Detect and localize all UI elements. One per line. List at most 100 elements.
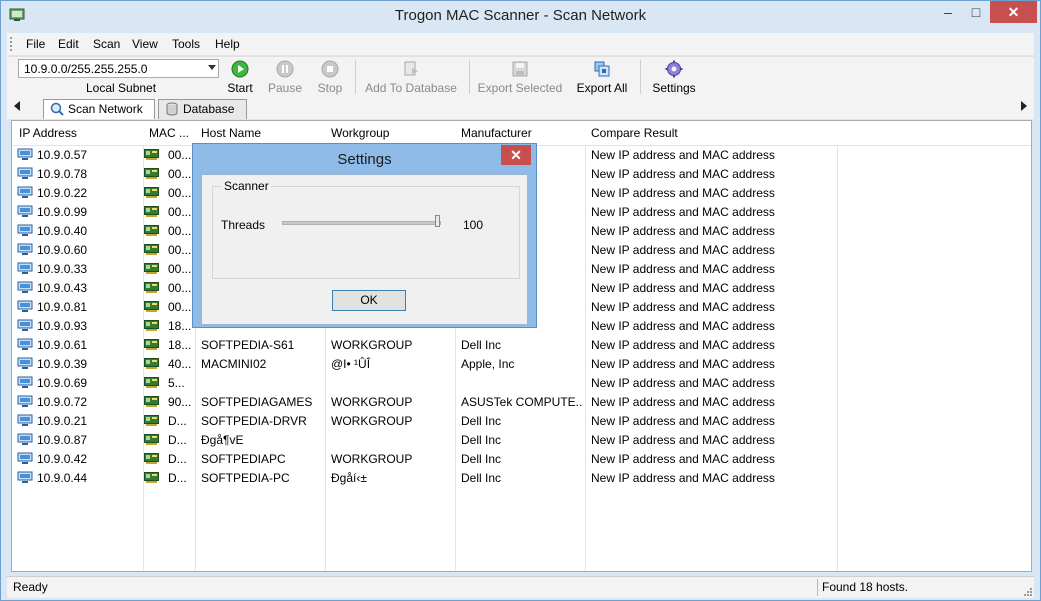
subnet-combobox[interactable]: 10.9.0.0/255.255.255.0 [18, 59, 219, 78]
computer-icon [17, 205, 33, 217]
cell-compare-result: New IP address and MAC address [591, 319, 775, 333]
dialog-body: Scanner Threads 100 OK [201, 174, 528, 325]
resize-grip-icon[interactable] [1022, 586, 1032, 596]
cell-host: SOFTPEDIA-PC [201, 471, 290, 485]
table-row[interactable]: 10.9.0.42 D... SOFTPEDIAPC WORKGROUP Dell In… [12, 449, 1031, 468]
cell-compare-result: New IP address and MAC address [591, 414, 775, 428]
dropdown-arrow-icon[interactable] [208, 65, 216, 70]
dialog-title: Settings [337, 151, 392, 168]
column-header-compare[interactable]: Compare Result [591, 126, 678, 140]
network-card-icon [144, 149, 159, 160]
ok-button[interactable]: OK [332, 290, 406, 311]
menu-edit[interactable]: Edit [58, 37, 79, 51]
tab-scan-network[interactable]: Scan Network [43, 99, 155, 119]
export-selected-button[interactable]: Export Selected [477, 57, 563, 97]
cell-ip: 10.9.0.42 [37, 452, 88, 466]
computer-icon [17, 300, 33, 312]
cell-compare-result: New IP address and MAC address [591, 433, 775, 447]
scanner-group-label: Scanner [222, 179, 271, 193]
title-bar: Trogon MAC Scanner - Scan Network – □ ✕ [1, 1, 1040, 31]
cell-ip: 10.9.0.43 [37, 281, 88, 295]
add-to-database-button[interactable]: Add To Database [362, 57, 460, 97]
computer-icon [17, 243, 33, 255]
menu-view[interactable]: View [132, 37, 158, 51]
column-header-mac[interactable]: MAC ... [149, 126, 189, 140]
floppy-disk-icon [512, 61, 528, 77]
settings-button[interactable]: Settings [648, 57, 700, 97]
computer-icon [17, 414, 33, 426]
threads-slider[interactable] [282, 221, 441, 225]
cell-ip: 10.9.0.78 [37, 167, 88, 181]
column-header-host[interactable]: Host Name [201, 126, 261, 140]
menu-scan[interactable]: Scan [93, 37, 120, 51]
table-row[interactable]: 10.9.0.44 D... SOFTPEDIA-PC Ðgåí‹± Dell Inc N… [12, 468, 1031, 487]
network-card-icon [144, 320, 159, 331]
cell-ip: 10.9.0.61 [37, 338, 88, 352]
dialog-close-button[interactable]: ✕ [501, 145, 531, 165]
gear-icon [665, 60, 683, 78]
pause-button[interactable]: Pause [266, 57, 304, 97]
tab-scroll-left-icon[interactable] [14, 101, 20, 111]
network-card-icon [144, 396, 159, 407]
computer-icon [17, 357, 33, 369]
settings-dialog: Settings ✕ Scanner Threads 100 OK [192, 143, 537, 328]
add-document-icon [404, 61, 418, 76]
cell-compare-result: New IP address and MAC address [591, 376, 775, 390]
cell-compare-result: New IP address and MAC address [591, 224, 775, 238]
subnet-value: 10.9.0.0/255.255.255.0 [24, 62, 148, 76]
cell-mac: 00... [168, 300, 192, 314]
table-row[interactable]: 10.9.0.69 5... New IP address and MAC addr… [12, 373, 1031, 392]
tab-database[interactable]: Database [158, 99, 247, 119]
cell-ip: 10.9.0.22 [37, 186, 88, 200]
column-header-workgroup[interactable]: Workgroup [331, 126, 389, 140]
cell-compare-result: New IP address and MAC address [591, 471, 775, 485]
table-row[interactable]: 10.9.0.39 40... MACMINI02 @I• ¹ÛÎ Apple, Inc… [12, 354, 1031, 373]
column-header-manufacturer[interactable]: Manufacturer [461, 126, 532, 140]
network-card-icon [144, 453, 159, 464]
threads-slider-thumb[interactable] [435, 215, 440, 227]
table-row[interactable]: 10.9.0.61 18... SOFTPEDIA-S61 WORKGROUP Dell… [12, 335, 1031, 354]
cell-compare-result: New IP address and MAC address [591, 357, 775, 371]
tab-scroll-right-icon[interactable] [1021, 101, 1027, 111]
menu-help[interactable]: Help [215, 37, 240, 51]
cell-manufacturer: Dell Inc [461, 433, 502, 447]
network-card-icon [144, 472, 159, 483]
cell-compare-result: New IP address and MAC address [591, 281, 775, 295]
computer-icon [17, 471, 33, 483]
menu-file[interactable]: File [26, 37, 45, 51]
table-row[interactable]: 10.9.0.87 D... Ðgå¶vE Dell Inc New IP addres… [12, 430, 1031, 449]
network-card-icon [144, 339, 159, 350]
cell-mac: D... [168, 452, 187, 466]
menu-grip [10, 37, 15, 51]
window-title: Trogon MAC Scanner - Scan Network [394, 7, 647, 24]
menu-tools[interactable]: Tools [172, 37, 200, 51]
toolbar-separator [355, 60, 356, 94]
computer-icon [17, 186, 33, 198]
status-divider [817, 579, 818, 596]
network-card-icon [144, 301, 159, 312]
maximize-button[interactable]: □ [963, 1, 989, 23]
computer-icon [17, 148, 33, 160]
column-header-ip[interactable]: IP Address [19, 126, 77, 140]
stop-button[interactable]: Stop [311, 57, 349, 97]
cell-host: SOFTPEDIA-S61 [201, 338, 295, 352]
start-button[interactable]: Start [221, 57, 259, 97]
magnifier-icon [50, 102, 64, 116]
cell-ip: 10.9.0.60 [37, 243, 88, 257]
network-card-icon [144, 225, 159, 236]
export-all-button[interactable]: Export All [573, 57, 631, 97]
network-card-icon [144, 415, 159, 426]
close-button[interactable]: ✕ [990, 1, 1037, 23]
table-row[interactable]: 10.9.0.72 90... SOFTPEDIAGAMES WORKGROUP ASU… [12, 392, 1031, 411]
minimize-button[interactable]: – [933, 1, 963, 23]
cell-ip: 10.9.0.93 [37, 319, 88, 333]
status-text: Ready [13, 580, 48, 594]
cell-host: SOFTPEDIA-DRVR [201, 414, 307, 428]
cell-mac: 00... [168, 281, 192, 295]
cell-mac: 40... [168, 357, 192, 371]
cell-mac: 00... [168, 186, 192, 200]
stop-icon [321, 60, 339, 78]
table-row[interactable]: 10.9.0.21 D... SOFTPEDIA-DRVR WORKGROUP Dell… [12, 411, 1031, 430]
computer-icon [17, 376, 33, 388]
cell-compare-result: New IP address and MAC address [591, 300, 775, 314]
